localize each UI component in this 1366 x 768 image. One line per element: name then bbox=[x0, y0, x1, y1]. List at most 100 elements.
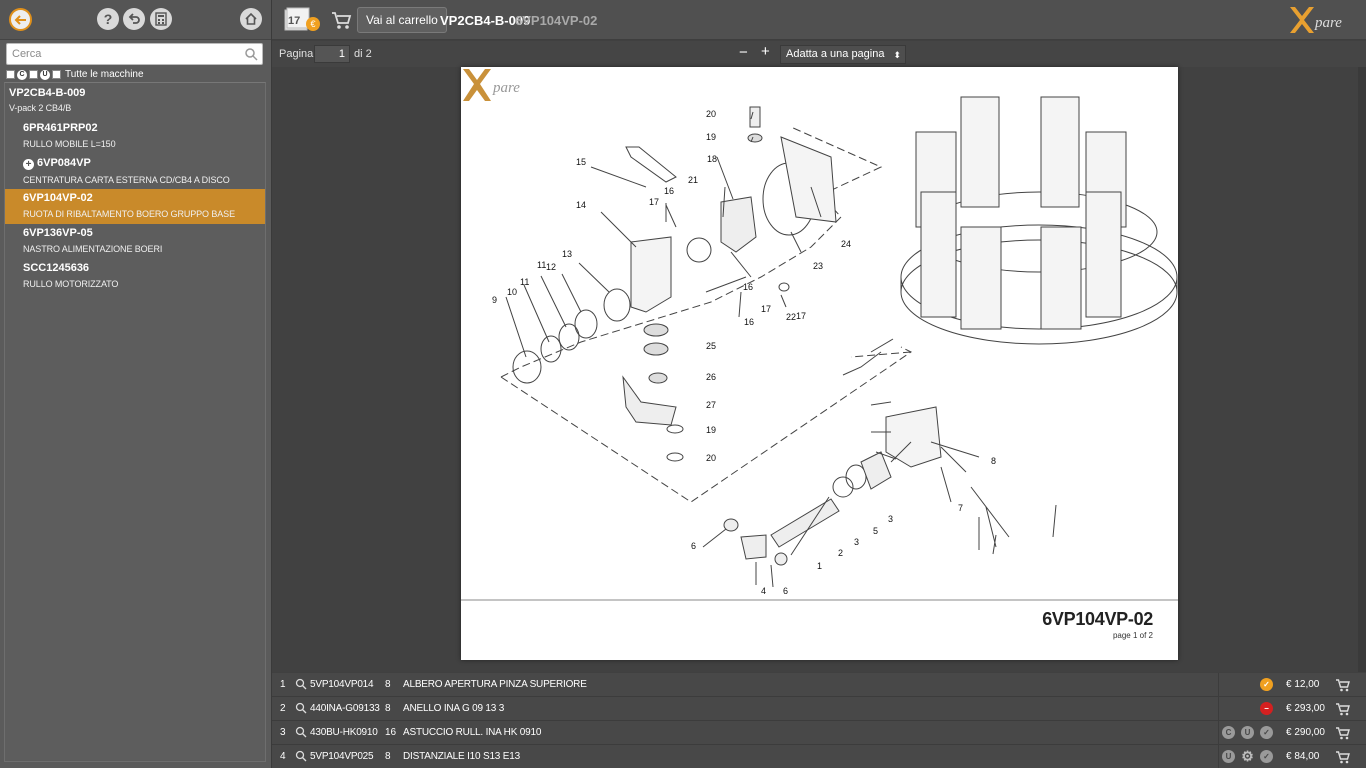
filter-checkbox[interactable] bbox=[52, 70, 61, 79]
u-badge-icon: U bbox=[1241, 726, 1254, 739]
tree-root[interactable]: VP2CB4-B-009 V-pack 2 CB4/B bbox=[5, 83, 265, 119]
arrow-left-icon bbox=[14, 14, 26, 25]
sidebar: ? C U Tutte le macchine VP2CB4-B-009 V-p… bbox=[0, 0, 272, 768]
tree-item-code: 6VP084VP bbox=[37, 157, 91, 169]
part-qty: 8 bbox=[385, 703, 391, 714]
callout: 21 bbox=[688, 175, 698, 185]
tree-item[interactable]: 6VP136VP-05 NASTRO ALIMENTAZIONE BOERI bbox=[5, 224, 265, 259]
xpare-logo: pare bbox=[1290, 7, 1342, 33]
callout: 22 bbox=[786, 312, 796, 322]
callout: 19 bbox=[706, 132, 716, 142]
help-button[interactable]: ? bbox=[97, 8, 119, 30]
viewer-scrollbar[interactable] bbox=[1358, 67, 1366, 672]
tree-item-code: SCC1245636 bbox=[23, 262, 90, 274]
callout: 25 bbox=[706, 341, 716, 351]
part-price: € 84,00 bbox=[1286, 751, 1320, 762]
tree-item[interactable]: +6VP084VP CENTRATURA CARTA ESTERNA CD/CB… bbox=[5, 154, 265, 189]
magnifier-icon[interactable] bbox=[295, 678, 307, 690]
part-status: U ⚙ ✓ bbox=[1218, 745, 1278, 768]
callout: 3 bbox=[888, 514, 893, 524]
part-code: 440INA-G09133 bbox=[310, 703, 380, 714]
callout: 7 bbox=[958, 503, 963, 513]
filter-c-icon[interactable]: C bbox=[17, 69, 27, 80]
callout: 15 bbox=[576, 157, 586, 167]
table-row[interactable]: 1 5VP104VP014 8 ALBERO APERTURA PINZA SU… bbox=[272, 673, 1366, 697]
sidebar-toolbar: ? bbox=[0, 0, 271, 40]
table-row[interactable]: 3 430BU-HK0910 16 ASTUCCIO RULL. INA HK … bbox=[272, 721, 1366, 745]
tree-item-code: 6VP136VP-05 bbox=[23, 227, 93, 239]
magnifier-icon[interactable] bbox=[295, 750, 307, 762]
u-badge-icon: U bbox=[1222, 750, 1235, 763]
part-desc: DISTANZIALE I10 S13 E13 bbox=[403, 751, 520, 762]
go-to-cart-button[interactable]: Vai al carrello bbox=[357, 7, 447, 33]
table-row[interactable]: 4 5VP104VP025 8 DISTANZIALE I10 S13 E13 … bbox=[272, 745, 1366, 768]
assembly-code-title: 6VP104VP-02 bbox=[515, 13, 598, 28]
page-toolbar: Pagina: 1 di 2 − + Adatta a una pagina ⬍ bbox=[272, 41, 1366, 67]
callout: 6 bbox=[691, 541, 696, 551]
tree-item-desc: CENTRATURA CARTA ESTERNA CD/CB4 A DISCO bbox=[23, 175, 230, 185]
parts-list: 1 5VP104VP014 8 ALBERO APERTURA PINZA SU… bbox=[272, 673, 1366, 768]
magnifier-icon[interactable] bbox=[295, 702, 307, 714]
tree-item-code: 6VP104VP-02 bbox=[23, 192, 93, 204]
home-button[interactable] bbox=[240, 8, 262, 30]
document-viewer[interactable]: 20 19 18 15 21 16 17 14 13 11 12 11 10 9… bbox=[272, 67, 1366, 672]
filter-checkbox[interactable] bbox=[6, 70, 15, 79]
callout: 17 bbox=[649, 197, 659, 207]
magnifier-icon[interactable] bbox=[295, 726, 307, 738]
calculator-button[interactable] bbox=[150, 8, 172, 30]
tree-item[interactable]: SCC1245636 RULLO MOTORIZZATO bbox=[5, 259, 265, 294]
tree-item-code: 6PR461PRP02 bbox=[23, 122, 98, 134]
callout: 11 bbox=[520, 277, 529, 287]
row-index: 2 bbox=[280, 703, 286, 714]
callout: 12 bbox=[546, 262, 556, 272]
gear-icon: ⚙ bbox=[1241, 748, 1254, 764]
search-input[interactable] bbox=[7, 44, 237, 64]
add-to-cart-icon[interactable] bbox=[1335, 749, 1351, 765]
part-price: € 290,00 bbox=[1286, 727, 1325, 738]
part-code: 5VP104VP025 bbox=[310, 751, 374, 762]
unavailable-icon: − bbox=[1260, 702, 1273, 715]
expand-icon[interactable]: + bbox=[23, 159, 34, 170]
part-desc: ANELLO INA G 09 13 3 bbox=[403, 703, 505, 714]
tree-item-selected[interactable]: 6VP104VP-02 RUOTA DI RIBALTAMENTO BOERO … bbox=[5, 189, 265, 224]
page-number-input[interactable]: 1 bbox=[314, 45, 350, 63]
cart-counter[interactable]: € 17 bbox=[284, 7, 322, 33]
callout: 16 bbox=[744, 317, 754, 327]
zoom-in-button[interactable]: + bbox=[761, 43, 770, 60]
table-row[interactable]: 2 440INA-G09133 8 ANELLO INA G 09 13 3 −… bbox=[272, 697, 1366, 721]
add-to-cart-icon[interactable] bbox=[1335, 701, 1351, 717]
callout: 18 bbox=[707, 154, 717, 164]
search-box bbox=[6, 43, 263, 65]
tree-item[interactable]: 6PR461PRP02 RULLO MOBILE L=150 bbox=[5, 119, 265, 154]
back-button[interactable] bbox=[9, 8, 32, 31]
calculator-icon bbox=[155, 12, 167, 26]
callout: 17 bbox=[796, 311, 806, 321]
zoom-select[interactable]: Adatta a una pagina ⬍ bbox=[780, 45, 906, 64]
filter-u-icon[interactable]: U bbox=[40, 69, 50, 80]
tree-item-desc: RULLO MOTORIZZATO bbox=[23, 279, 119, 289]
callout: 20 bbox=[706, 109, 716, 119]
callout: 24 bbox=[841, 239, 851, 249]
callout: 26 bbox=[706, 372, 716, 382]
add-to-cart-icon[interactable] bbox=[1335, 725, 1351, 741]
search-icon[interactable] bbox=[244, 47, 258, 61]
zoom-select-value: Adatta a una pagina bbox=[786, 48, 885, 60]
callout: 17 bbox=[761, 304, 771, 314]
row-index: 1 bbox=[280, 679, 286, 690]
zoom-out-button[interactable]: − bbox=[739, 44, 748, 61]
callout: 2 bbox=[838, 548, 843, 558]
cart-icon[interactable] bbox=[330, 9, 352, 31]
filter-checkbox[interactable] bbox=[29, 70, 38, 79]
c-badge-icon: C bbox=[1222, 726, 1235, 739]
callout: 9 bbox=[492, 295, 497, 305]
logo-text: pare bbox=[1314, 15, 1342, 31]
callout: 6 bbox=[783, 586, 788, 596]
add-to-cart-icon[interactable] bbox=[1335, 677, 1351, 693]
part-price: € 293,00 bbox=[1286, 703, 1325, 714]
undo-button[interactable] bbox=[123, 8, 145, 30]
row-index: 3 bbox=[280, 727, 286, 738]
callout: 11 bbox=[537, 260, 546, 270]
callout: 16 bbox=[664, 186, 674, 196]
tree-root-desc: V-pack 2 CB4/B bbox=[9, 103, 72, 113]
sheet-code: 6VP104VP-02 bbox=[1042, 609, 1153, 629]
